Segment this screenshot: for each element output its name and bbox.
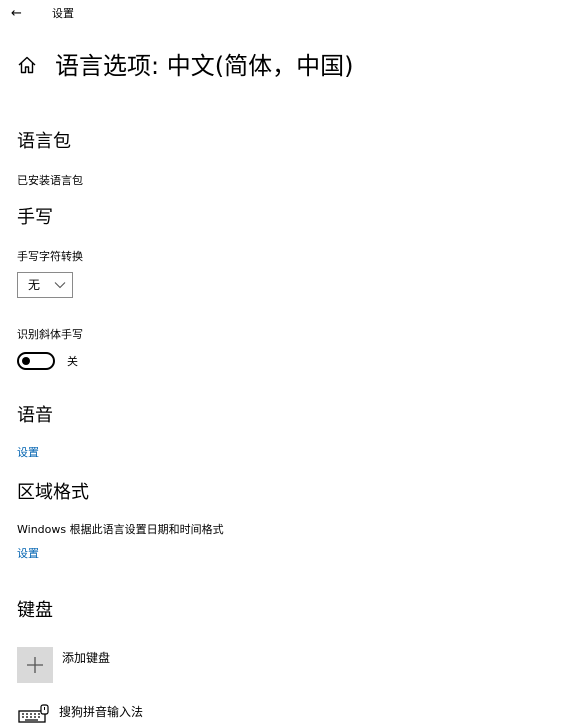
chevron-down-icon bbox=[54, 282, 66, 289]
italic-handwriting-toggle[interactable] bbox=[17, 352, 55, 370]
back-button[interactable]: ← bbox=[11, 6, 22, 22]
italic-handwriting-label: 识别斜体手写 bbox=[17, 328, 83, 341]
regional-format-description: Windows 根据此语言设置日期和时间格式 bbox=[17, 523, 224, 536]
add-keyboard-label[interactable]: 添加键盘 bbox=[62, 651, 110, 665]
handwriting-conversion-dropdown[interactable]: 无 bbox=[17, 272, 73, 298]
keyboard-icon bbox=[18, 704, 49, 723]
language-pack-status: 已安装语言包 bbox=[17, 174, 83, 187]
installed-keyboard-label[interactable]: 搜狗拼音输入法 bbox=[59, 705, 143, 719]
handwriting-heading: 手写 bbox=[17, 207, 53, 228]
language-pack-heading: 语言包 bbox=[17, 131, 71, 152]
toggle-knob bbox=[22, 357, 30, 365]
app-title: 设置 bbox=[52, 7, 74, 20]
handwriting-conversion-label: 手写字符转换 bbox=[17, 250, 83, 263]
speech-settings-link[interactable]: 设置 bbox=[17, 446, 39, 460]
regional-format-heading: 区域格式 bbox=[17, 482, 89, 503]
page-title: 语言选项: 中文(简体，中国) bbox=[55, 52, 354, 80]
regional-format-settings-link[interactable]: 设置 bbox=[17, 547, 39, 561]
keyboard-heading: 键盘 bbox=[17, 600, 53, 621]
dropdown-value: 无 bbox=[28, 278, 41, 292]
toggle-state-label: 关 bbox=[67, 355, 78, 368]
home-icon bbox=[18, 56, 36, 74]
add-keyboard-button[interactable] bbox=[17, 647, 53, 683]
plus-icon bbox=[27, 657, 43, 673]
speech-heading: 语音 bbox=[17, 405, 53, 426]
